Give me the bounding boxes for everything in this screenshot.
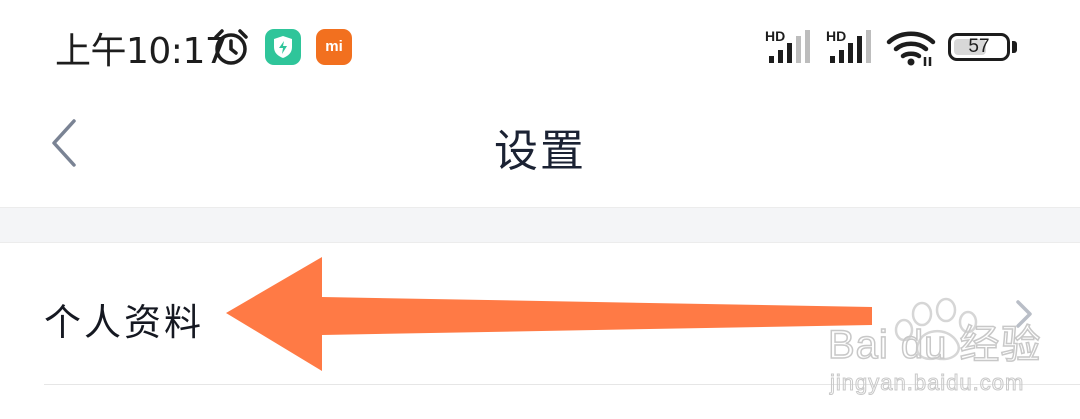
page-title: 设置: [494, 126, 586, 177]
wifi-icon: [886, 31, 936, 66]
baidu-jingyan-watermark: Bai du 经验 jingyan.baidu.com: [827, 297, 1042, 396]
battery-icon: 57: [948, 33, 1010, 61]
security-shield-app-icon: [265, 29, 301, 65]
status-time: 上午10:17: [55, 31, 228, 72]
battery-tip: [1012, 41, 1017, 53]
annotation-arrow: [226, 257, 872, 371]
signal-strength-icon: HD: [826, 28, 878, 66]
section-divider: [0, 207, 1080, 243]
mi-app-label: mi: [325, 38, 343, 55]
alarm-icon: [214, 29, 248, 65]
nav-bar: 设置: [0, 95, 1080, 207]
list-item-label: 个人资料: [44, 301, 204, 344]
battery-percent: 57: [968, 36, 990, 57]
watermark-url: jingyan.baidu.com: [829, 370, 1024, 395]
watermark-brand: Bai du 经验: [828, 323, 1042, 367]
mi-app-icon: mi: [316, 29, 352, 65]
signal-strength-icon: HD: [765, 28, 817, 66]
status-bar: 上午10:17 mi HD HD 57: [0, 0, 1080, 95]
